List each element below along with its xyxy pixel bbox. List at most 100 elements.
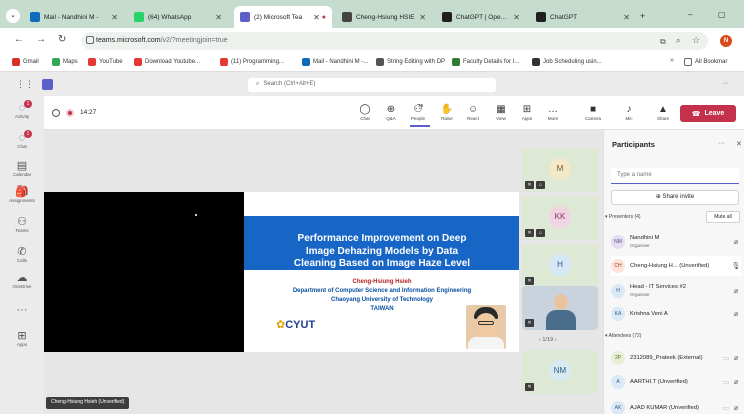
camera-off-icon: ▭ bbox=[722, 379, 730, 386]
tile-pager[interactable]: ‹ 1/19 › bbox=[539, 337, 556, 343]
leave-button[interactable]: ☎ Leave bbox=[680, 105, 736, 122]
participant-tile[interactable]: M ✕ ⌂ bbox=[522, 148, 598, 192]
browser-tab[interactable]: ChatGPT | OpenAI ✕ bbox=[436, 6, 526, 28]
tab-close-icon[interactable]: ✕ bbox=[513, 13, 520, 22]
bookmark-item[interactable]: Gmail bbox=[12, 58, 39, 66]
attendee-row[interactable]: A AARTHI.T (Unverified) ▭ ⌀ bbox=[611, 372, 741, 392]
bookmark-item[interactable]: Mail - Nandhini M -... bbox=[302, 58, 368, 66]
mic-off-icon[interactable]: ⌀ bbox=[731, 287, 741, 295]
toolbar-button-qa[interactable]: ⊕ Q&A bbox=[380, 104, 402, 121]
bookmark-item[interactable]: Faculty Details for I... bbox=[452, 58, 519, 66]
participant-row[interactable]: CH Cheng-Hsiung H... (Unverified) 🎙 bbox=[611, 256, 741, 276]
tab-close-icon[interactable]: ✕ bbox=[111, 13, 118, 22]
bookmark-item[interactable]: Download Youtube... bbox=[134, 58, 200, 66]
participant-row[interactable]: NM Nandhini M Organiser ⌀ bbox=[611, 232, 741, 252]
participant-row[interactable]: KA Krishna Veni A ⌀ bbox=[611, 304, 741, 324]
zoom-icon[interactable]: ⌕ bbox=[676, 36, 680, 46]
bookmark-star-icon[interactable]: ☆ bbox=[692, 35, 700, 46]
all-bookmarks-label: All Bookmar bbox=[695, 59, 728, 65]
back-icon[interactable]: ← bbox=[14, 34, 24, 45]
mic-off-icon[interactable]: ⌀ bbox=[731, 354, 741, 362]
bookmark-item[interactable]: (11) Programming... bbox=[220, 58, 284, 66]
more-options-icon[interactable]: ··· bbox=[722, 80, 729, 87]
bookmark-item[interactable]: YouTube bbox=[88, 58, 123, 66]
profile-avatar[interactable]: N bbox=[720, 35, 732, 47]
cyut-logo: ✿CYUT bbox=[276, 319, 316, 331]
rail-item[interactable]: 🎒 Assignments bbox=[0, 186, 44, 203]
tile-pin-icon: ⌂ bbox=[536, 229, 545, 237]
attendee-row[interactable]: AK AJAD KUMAR (Unverified) ▭ ⌀ bbox=[611, 398, 741, 414]
toolbar-button-more[interactable]: … More bbox=[542, 104, 564, 121]
rail-item-label: Chat bbox=[17, 144, 27, 149]
tab-close-icon[interactable]: ✕ bbox=[623, 13, 630, 22]
tab-close-icon[interactable]: ✕ bbox=[313, 13, 320, 22]
participant-row[interactable]: H Head - IT Services #2 Organiser ⌀ bbox=[611, 281, 741, 301]
presenters-label: Presenters (4) bbox=[608, 214, 641, 220]
bookmark-label: Mail - Nandhini M -... bbox=[313, 59, 369, 65]
rail-item[interactable]: ✆ Calls bbox=[0, 246, 44, 263]
rail-item[interactable]: ··· bbox=[0, 304, 44, 316]
rail-item[interactable]: ⊞ Apps bbox=[0, 330, 44, 347]
mic-off-icon[interactable]: ⌀ bbox=[731, 378, 741, 386]
maximize-icon[interactable]: ▢ bbox=[718, 10, 726, 19]
toolbar-button-apps[interactable]: ⊞ Apps bbox=[516, 104, 538, 121]
app-launcher-icon[interactable]: ⋮⋮ bbox=[16, 79, 34, 90]
participant-tile[interactable]: NM ✕ bbox=[522, 350, 598, 394]
cyut-logo-text: CYUT bbox=[285, 319, 316, 331]
browser-tab[interactable]: (2) Microsoft Tea ✕ ● bbox=[234, 6, 332, 28]
reload-icon[interactable]: ↻ bbox=[58, 34, 66, 45]
toolbar-button-chat[interactable]: ◯ Chat bbox=[354, 104, 376, 121]
rail-item[interactable]: ⚇ Teams bbox=[0, 216, 44, 233]
toolbar-button-react[interactable]: ☺ React bbox=[462, 104, 484, 121]
meeting-status-icon bbox=[52, 109, 60, 117]
presenters-section-header[interactable]: ▾ Presenters (4) bbox=[605, 214, 641, 220]
participant-tile[interactable]: ✕ bbox=[522, 286, 598, 330]
bookmarks-overflow-icon[interactable]: » bbox=[670, 57, 674, 64]
mic-off-icon[interactable]: ⌀ bbox=[731, 404, 741, 412]
site-info-icon[interactable] bbox=[86, 36, 94, 44]
rail-item[interactable]: ☁ OneDrive bbox=[0, 272, 44, 289]
mic-off-icon[interactable]: ⌀ bbox=[731, 238, 741, 246]
new-tab-button[interactable]: + bbox=[640, 11, 645, 21]
share-invite-button[interactable]: ⊕ Share invite bbox=[611, 190, 739, 205]
screen-cast-icon[interactable]: ⧉ bbox=[660, 37, 666, 47]
bookmark-item[interactable]: String Editing with DP bbox=[376, 58, 445, 66]
browser-tab[interactable]: Cheng-Hsiung HSIE ✕ bbox=[336, 6, 432, 28]
minimize-icon[interactable]: – bbox=[688, 10, 692, 19]
toolbar-button-raise[interactable]: ✋ Raise bbox=[436, 104, 458, 121]
bookmark-favicon-icon bbox=[12, 58, 20, 66]
toolbar-button-mic[interactable]: ♪ Mic bbox=[618, 104, 640, 121]
panel-close-icon[interactable]: ✕ bbox=[736, 140, 742, 148]
tab-search-icon[interactable]: ⌄ bbox=[6, 9, 20, 23]
toolbar-button-share[interactable]: ▲ Share bbox=[652, 104, 674, 121]
toolbar-button-people[interactable]: ⚇ People bbox=[407, 104, 429, 121]
mic-off-icon[interactable]: ⌀ bbox=[731, 310, 741, 318]
rail-item[interactable]: ◌ 1 Activity bbox=[0, 100, 44, 119]
tile-avatar: M bbox=[549, 158, 571, 180]
participant-tile[interactable]: KK ✕ ⌂ bbox=[522, 196, 598, 240]
tile-mic-off-icon: ✕ bbox=[525, 277, 534, 285]
browser-tab[interactable]: Mail - Nandhini M - ✕ bbox=[24, 6, 124, 28]
all-bookmarks-link[interactable]: All Bookmar bbox=[684, 58, 727, 66]
tab-close-icon[interactable]: ✕ bbox=[215, 13, 222, 22]
rail-item[interactable]: ◌ 1 Chat bbox=[0, 130, 44, 149]
participant-tile[interactable]: H ✕ bbox=[522, 244, 598, 288]
toolbar-button-camera[interactable]: ■ Camera bbox=[582, 104, 604, 121]
toolbar-button-view[interactable]: ▦ View bbox=[490, 104, 512, 121]
pager-next-icon[interactable]: › bbox=[553, 337, 557, 343]
browser-tab[interactable]: (64) WhatsApp ✕ bbox=[128, 6, 228, 28]
mute-all-button[interactable]: Mute all bbox=[706, 211, 740, 223]
tab-close-icon[interactable]: ✕ bbox=[419, 13, 426, 22]
mic-on-icon[interactable]: 🎙 bbox=[731, 262, 741, 270]
attendees-section-header[interactable]: ▾ Attendees (72) bbox=[605, 333, 641, 339]
attendee-row[interactable]: 2P 2312089_Prateek (External) ▭ ⌀ bbox=[611, 348, 741, 368]
forward-icon[interactable]: → bbox=[36, 34, 46, 45]
participant-search-input[interactable]: Type a name bbox=[611, 168, 739, 184]
share-invite-icon: ⊕ bbox=[655, 194, 663, 200]
rail-item[interactable]: ▤ Calendar bbox=[0, 160, 44, 177]
bookmark-item[interactable]: Job Scheduling usin... bbox=[532, 58, 602, 66]
teams-search-input[interactable]: ⌕ Search (Ctrl+Alt+E) bbox=[248, 78, 496, 92]
panel-more-icon[interactable]: ··· bbox=[718, 140, 725, 147]
browser-tab[interactable]: ChatGPT ✕ bbox=[530, 6, 636, 28]
bookmark-item[interactable]: Maps bbox=[52, 58, 78, 66]
